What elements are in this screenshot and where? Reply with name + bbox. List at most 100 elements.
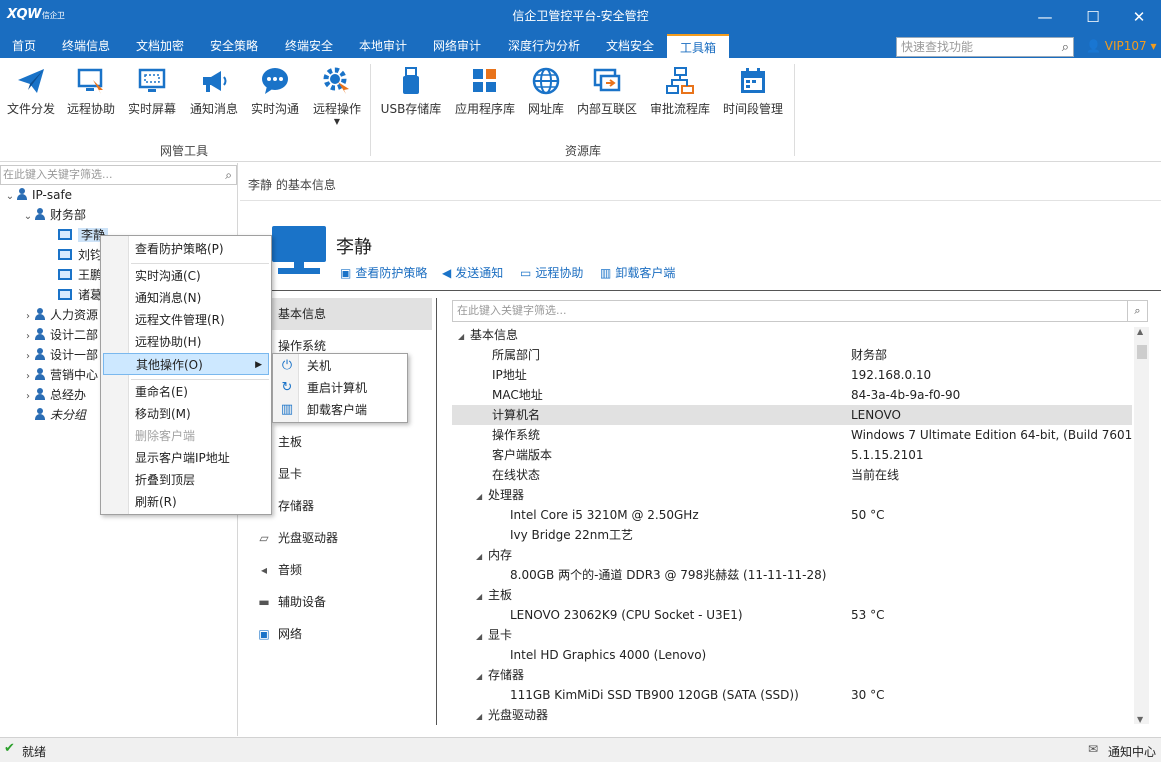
property-row-selected[interactable]: 计算机名 LENOVO bbox=[452, 405, 1132, 425]
group-icon bbox=[16, 188, 28, 200]
collapse-icon: ◢ bbox=[476, 592, 483, 601]
menu-separator bbox=[131, 379, 269, 380]
uninstall-client-link[interactable]: ▥ 卸载客户端 bbox=[600, 264, 675, 281]
maximize-button[interactable]: ☐ bbox=[1070, 4, 1116, 30]
category-motherboard[interactable]: 主板 bbox=[250, 426, 432, 458]
menu-terminal-info[interactable]: 终端信息 bbox=[52, 34, 120, 58]
expand-icon[interactable]: › bbox=[22, 367, 34, 385]
ctx-move-to[interactable]: 移动到(M) bbox=[135, 403, 265, 425]
breadcrumb: 李静 的基本信息 bbox=[248, 178, 336, 192]
notification-center-button[interactable]: 通知中心 bbox=[1108, 743, 1156, 760]
speaker-icon: ◂ bbox=[260, 563, 268, 577]
search-icon[interactable]: ⌕ bbox=[1127, 301, 1147, 321]
section-header[interactable]: ◢ 存储器 bbox=[452, 665, 1132, 685]
ctx-remote-assist[interactable]: 远程协助(H) bbox=[135, 331, 265, 353]
toolbox-ribbon: 文件分发 远程协助 实时屏幕 通知消息 实时沟通 远程操作 ▼ 网管工具 USB… bbox=[0, 58, 1161, 162]
scroll-up-icon[interactable]: ▲ bbox=[1137, 327, 1143, 336]
property-filter-input[interactable]: 在此键入关键字筛选... ⌕ bbox=[452, 300, 1148, 322]
property-row: 客户端版本 5.1.15.2101 bbox=[492, 448, 924, 462]
menu-deep-behavior-analysis[interactable]: 深度行为分析 bbox=[498, 34, 590, 58]
close-button[interactable]: ✕ bbox=[1116, 4, 1161, 30]
realtime-chat-button[interactable]: 实时沟通 bbox=[248, 62, 302, 117]
section-header[interactable]: ◢ 内存 bbox=[452, 545, 1132, 565]
menu-network-audit[interactable]: 网络审计 bbox=[424, 34, 490, 58]
category-basic-info[interactable]: 基本信息 bbox=[250, 298, 432, 330]
minimize-button[interactable]: — bbox=[1022, 4, 1068, 30]
ctx-refresh[interactable]: 刷新(R) bbox=[135, 491, 265, 513]
ctx-view-policy[interactable]: 查看防护策略(P) bbox=[135, 238, 265, 260]
sub-restart[interactable]: ↻ 重启计算机 bbox=[273, 377, 407, 399]
send-notice-link[interactable]: ◀ 发送通知 bbox=[442, 264, 503, 281]
ctx-rename[interactable]: 重命名(E) bbox=[135, 381, 265, 403]
sub-shutdown[interactable]: ⏻ 关机 bbox=[273, 355, 407, 377]
section-header[interactable]: ◢ 主板 bbox=[452, 585, 1132, 605]
section-header[interactable]: ◢ 基本信息 bbox=[452, 325, 1132, 345]
ribbon-separator bbox=[370, 64, 371, 156]
notification-message-button[interactable]: 通知消息 bbox=[186, 62, 242, 117]
computer-large-icon bbox=[272, 226, 326, 274]
ctx-remote-file-management[interactable]: 远程文件管理(R) bbox=[135, 309, 265, 331]
view-policy-link[interactable]: ▣ 查看防护策略 bbox=[340, 264, 427, 281]
expand-icon[interactable]: › bbox=[22, 327, 34, 345]
intranet-zone-button[interactable]: 内部互联区 bbox=[574, 62, 640, 117]
collapse-icon: ◢ bbox=[476, 672, 483, 681]
application-library-button[interactable]: 应用程序库 bbox=[452, 62, 518, 117]
category-audio[interactable]: ◂ 音频 bbox=[250, 554, 432, 586]
quick-search-input[interactable]: 快速查找功能 ⌕ bbox=[896, 37, 1074, 57]
category-storage[interactable]: 存储器 bbox=[250, 490, 432, 522]
sub-uninstall-client[interactable]: ▥ 卸载客户端 bbox=[273, 399, 407, 421]
megaphone-icon bbox=[203, 71, 227, 92]
category-optical-drive[interactable]: ▱ 光盘驱动器 bbox=[250, 522, 432, 554]
usb-storage-library-button[interactable]: USB存储库 bbox=[378, 62, 444, 117]
approval-workflow-button[interactable]: 审批流程库 bbox=[646, 62, 714, 117]
category-graphics[interactable]: 显卡 bbox=[250, 458, 432, 490]
category-network[interactable]: ▣ 网络 bbox=[250, 618, 432, 650]
property-row: 111GB KimMiDi SSD TB900 120GB (SATA (SSD… bbox=[510, 688, 885, 702]
realtime-screen-button[interactable]: 实时屏幕 bbox=[124, 62, 180, 117]
main-content: 李静 的基本信息 李静 ▣ 查看防护策略 ◀ 发送通知 ▭ 远程协助 ▥ 卸载客户端 基… bbox=[240, 163, 1161, 736]
collapse-icon[interactable]: ⌄ bbox=[22, 207, 34, 225]
property-row: Intel HD Graphics 4000 (Lenovo) bbox=[510, 648, 707, 662]
section-header[interactable]: ◢ 处理器 bbox=[452, 485, 1132, 505]
ctx-collapse-to-top[interactable]: 折叠到顶层 bbox=[135, 469, 265, 491]
section-header[interactable]: ◢ 显卡 bbox=[452, 625, 1132, 645]
menu-toolbox[interactable]: 工具箱 bbox=[667, 34, 729, 58]
globe-icon bbox=[532, 67, 560, 95]
expand-icon[interactable]: › bbox=[22, 347, 34, 365]
tree-node-root[interactable]: ⌄ IP-safe bbox=[0, 185, 237, 205]
menu-home[interactable]: 首页 bbox=[0, 34, 48, 58]
category-peripherals[interactable]: ▬ 辅助设备 bbox=[250, 586, 432, 618]
remote-assist-link[interactable]: ▭ 远程协助 bbox=[520, 264, 583, 281]
tree-node-finance[interactable]: ⌄ 财务部 bbox=[0, 205, 237, 225]
section-header[interactable]: ◢ 光盘驱动器 bbox=[452, 705, 1132, 725]
menu-doc-encryption[interactable]: 文档加密 bbox=[126, 34, 194, 58]
url-library-button[interactable]: 网址库 bbox=[524, 62, 568, 117]
ctx-other-operations[interactable]: 其他操作(O) ▶ bbox=[103, 353, 269, 375]
search-icon: ⌕ bbox=[1061, 40, 1069, 55]
collapse-icon[interactable]: ⌄ bbox=[4, 187, 16, 205]
ctx-realtime-chat[interactable]: 实时沟通(C) bbox=[135, 265, 265, 287]
menu-terminal-security[interactable]: 终端安全 bbox=[274, 34, 344, 58]
menu-security-policy[interactable]: 安全策略 bbox=[200, 34, 268, 58]
scrollbar-thumb[interactable] bbox=[1137, 345, 1147, 359]
remote-operation-dropdown[interactable]: 远程操作 ▼ bbox=[308, 62, 366, 127]
menu-doc-security[interactable]: 文档安全 bbox=[596, 34, 664, 58]
property-scrollbar[interactable]: ▲ ▼ bbox=[1134, 327, 1149, 724]
time-period-management-button[interactable]: 时间段管理 bbox=[720, 62, 786, 117]
user-account-menu[interactable]: 👤 VIP107 ▾ bbox=[1086, 34, 1157, 58]
expand-icon[interactable]: › bbox=[22, 307, 34, 325]
remote-assist-button[interactable]: 远程协助 bbox=[64, 62, 118, 117]
ribbon-group-label: 网管工具 bbox=[159, 144, 208, 158]
tree-filter-input[interactable]: 在此键入关键字筛选... ⌕ bbox=[0, 165, 237, 185]
ctx-show-client-ip[interactable]: 显示客户端IP地址 bbox=[135, 447, 265, 469]
group-icon bbox=[34, 348, 46, 360]
expand-icon[interactable]: › bbox=[22, 387, 34, 405]
property-row: LENOVO 23062K9 (CPU Socket - U3E1) 53 °C bbox=[510, 608, 885, 622]
menu-local-audit[interactable]: 本地审计 bbox=[350, 34, 416, 58]
scroll-down-icon[interactable]: ▼ bbox=[1137, 715, 1143, 724]
property-row: 操作系统 Windows 7 Ultimate Edition 64-bit, (… bbox=[492, 428, 1132, 442]
file-distribution-button[interactable]: 文件分发 bbox=[4, 62, 58, 117]
ribbon-group-label: 资源库 bbox=[564, 144, 601, 158]
window-title: 信企卫管控平台-安全管控 bbox=[512, 9, 649, 23]
ctx-notification[interactable]: 通知消息(N) bbox=[135, 287, 265, 309]
